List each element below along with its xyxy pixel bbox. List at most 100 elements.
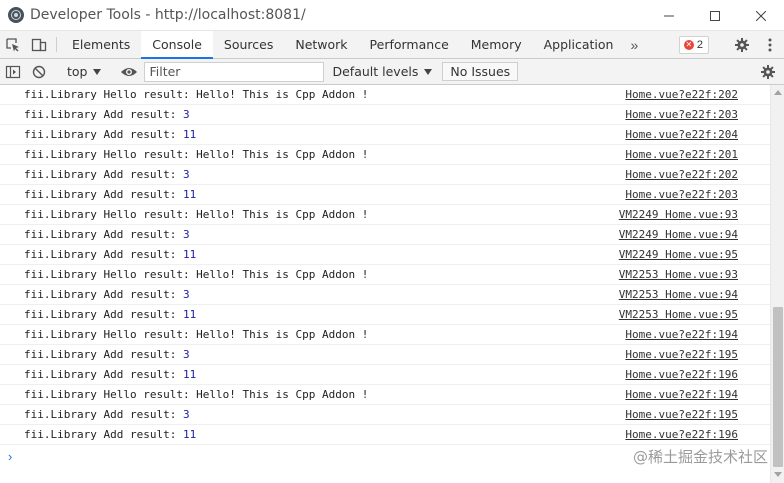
filter-input[interactable] [144, 61, 325, 82]
toolbar-divider [56, 37, 57, 52]
log-source-link[interactable]: Home.vue?e22f:203 [625, 188, 738, 201]
log-message: fii.Library Hello result: Hello! This is… [24, 208, 369, 221]
tab-memory[interactable]: Memory [460, 31, 533, 58]
more-options-button[interactable] [756, 31, 784, 59]
log-message: fii.Library Add result: 11 [24, 188, 197, 201]
log-source-link[interactable]: Home.vue?e22f:195 [625, 348, 738, 361]
log-row: fii.Library Add result: 3 Home.vue?e22f:2… [0, 105, 770, 125]
log-message: fii.Library Hello result: Hello! This is… [24, 328, 369, 341]
error-count-badge[interactable]: ✕ 2 [678, 36, 709, 54]
issues-button[interactable]: No Issues [442, 62, 519, 81]
console-scrollbar[interactable] [770, 85, 784, 483]
log-levels-dropdown[interactable]: Default levels [324, 64, 440, 79]
tab-elements[interactable]: Elements [61, 31, 141, 58]
console-sidebar-icon [5, 65, 21, 78]
log-message: fii.Library Add result: 11 [24, 308, 197, 321]
minimize-button[interactable] [646, 0, 692, 31]
log-row: fii.Library Hello result: Hello! This is… [0, 145, 770, 165]
log-source-link[interactable]: Home.vue?e22f:196 [625, 428, 738, 441]
context-selector[interactable]: top [61, 64, 107, 79]
log-row: fii.Library Add result: 11 Home.vue?e22f:… [0, 185, 770, 205]
log-source-link[interactable]: VM2249 Home.vue:94 [619, 228, 738, 241]
caret-down-icon [93, 68, 102, 75]
device-toolbar-icon [31, 38, 47, 51]
more-tabs-button[interactable]: » [624, 31, 644, 58]
log-row: fii.Library Add result: 11 Home.vue?e22f:… [0, 365, 770, 385]
clear-console-icon [32, 65, 46, 78]
caret-down-icon [424, 68, 433, 75]
log-message: fii.Library Add result: 3 [24, 228, 190, 241]
scroll-down-icon[interactable] [774, 472, 782, 477]
device-toolbar-button[interactable] [26, 31, 52, 58]
log-source-link[interactable]: Home.vue?e22f:202 [625, 88, 738, 101]
log-message: fii.Library Add result: 11 [24, 248, 197, 261]
log-levels-label: Default levels [332, 64, 419, 79]
log-source-link[interactable]: Home.vue?e22f:194 [625, 328, 738, 341]
eye-icon [121, 67, 138, 76]
title-bar: Developer Tools - http://localhost:8081/ [0, 0, 784, 31]
kebab-menu-icon [768, 38, 772, 52]
log-source-link[interactable]: VM2249 Home.vue:93 [619, 208, 738, 221]
console-settings-button[interactable] [752, 59, 784, 85]
devtools-tabs-bar: Elements Console Sources Network Perform… [0, 31, 784, 59]
live-expression-button[interactable] [116, 64, 142, 80]
tab-console[interactable]: Console [141, 31, 213, 59]
log-source-link[interactable]: VM2253 Home.vue:94 [619, 288, 738, 301]
log-source-link[interactable]: Home.vue?e22f:194 [625, 388, 738, 401]
log-message: fii.Library Add result: 3 [24, 108, 190, 121]
context-label: top [67, 64, 88, 79]
log-message: fii.Library Add result: 3 [24, 408, 190, 421]
watermark: @稀土掘金技术社区 [632, 448, 768, 466]
close-button[interactable] [738, 0, 784, 31]
window-controls [646, 0, 784, 31]
log-message: fii.Library Hello result: Hello! This is… [24, 88, 369, 101]
log-message: fii.Library Add result: 11 [24, 128, 197, 141]
settings-button[interactable] [728, 31, 756, 59]
clear-console-button[interactable] [26, 64, 52, 80]
log-row: fii.Library Hello result: Hello! This is… [0, 265, 770, 285]
log-message: fii.Library Hello result: Hello! This is… [24, 148, 369, 161]
log-row: fii.Library Add result: 11 Home.vue?e22f:… [0, 425, 770, 445]
log-message: fii.Library Hello result: Hello! This is… [24, 268, 369, 281]
log-row: fii.Library Hello result: Hello! This is… [0, 85, 770, 105]
tab-application[interactable]: Application [533, 31, 625, 58]
log-source-link[interactable]: Home.vue?e22f:195 [625, 408, 738, 421]
log-source-link[interactable]: VM2249 Home.vue:95 [619, 248, 738, 261]
log-row: fii.Library Hello result: Hello! This is… [0, 385, 770, 405]
scroll-up-icon[interactable] [774, 90, 782, 95]
tab-sources[interactable]: Sources [213, 31, 284, 58]
log-row: fii.Library Add result: 3 VM2253 Home.vue… [0, 285, 770, 305]
tabs-right-controls: ✕ 2 [678, 31, 784, 59]
console-output: fii.Library Hello result: Hello! This is… [0, 85, 770, 483]
log-source-link[interactable]: Home.vue?e22f:201 [625, 148, 738, 161]
log-row: fii.Library Hello result: Hello! This is… [0, 205, 770, 225]
log-row: fii.Library Add result: 3 VM2249 Home.vue… [0, 225, 770, 245]
log-source-link[interactable]: VM2253 Home.vue:93 [619, 268, 738, 281]
log-row: fii.Library Add result: 3 Home.vue?e22f:2… [0, 165, 770, 185]
gear-icon [761, 65, 775, 79]
log-message: fii.Library Add result: 3 [24, 168, 190, 181]
log-row: fii.Library Hello result: Hello! This is… [0, 325, 770, 345]
log-row: fii.Library Add result: 11 Home.vue?e22f:… [0, 125, 770, 145]
log-message: fii.Library Hello result: Hello! This is… [24, 388, 369, 401]
error-count: 2 [696, 39, 703, 51]
maximize-icon [710, 10, 720, 21]
inspect-element-button[interactable] [0, 31, 26, 58]
tab-performance[interactable]: Performance [359, 31, 460, 58]
close-icon [756, 10, 766, 21]
scrollbar-thumb[interactable] [773, 307, 783, 467]
maximize-button[interactable] [692, 0, 738, 31]
log-source-link[interactable]: Home.vue?e22f:204 [625, 128, 738, 141]
log-source-link[interactable]: Home.vue?e22f:203 [625, 108, 738, 121]
log-row: fii.Library Add result: 11 VM2249 Home.vu… [0, 245, 770, 265]
gear-icon [735, 38, 749, 52]
tab-network[interactable]: Network [284, 31, 358, 58]
log-source-link[interactable]: VM2253 Home.vue:95 [619, 308, 738, 321]
window-title: Developer Tools - http://localhost:8081/ [30, 7, 306, 23]
console-sidebar-button[interactable] [0, 64, 26, 80]
log-row: fii.Library Add result: 11 VM2253 Home.vu… [0, 305, 770, 325]
log-source-link[interactable]: Home.vue?e22f:196 [625, 368, 738, 381]
log-source-link[interactable]: Home.vue?e22f:202 [625, 168, 738, 181]
error-icon: ✕ [683, 40, 694, 50]
log-row: fii.Library Add result: 3 Home.vue?e22f:1… [0, 405, 770, 425]
